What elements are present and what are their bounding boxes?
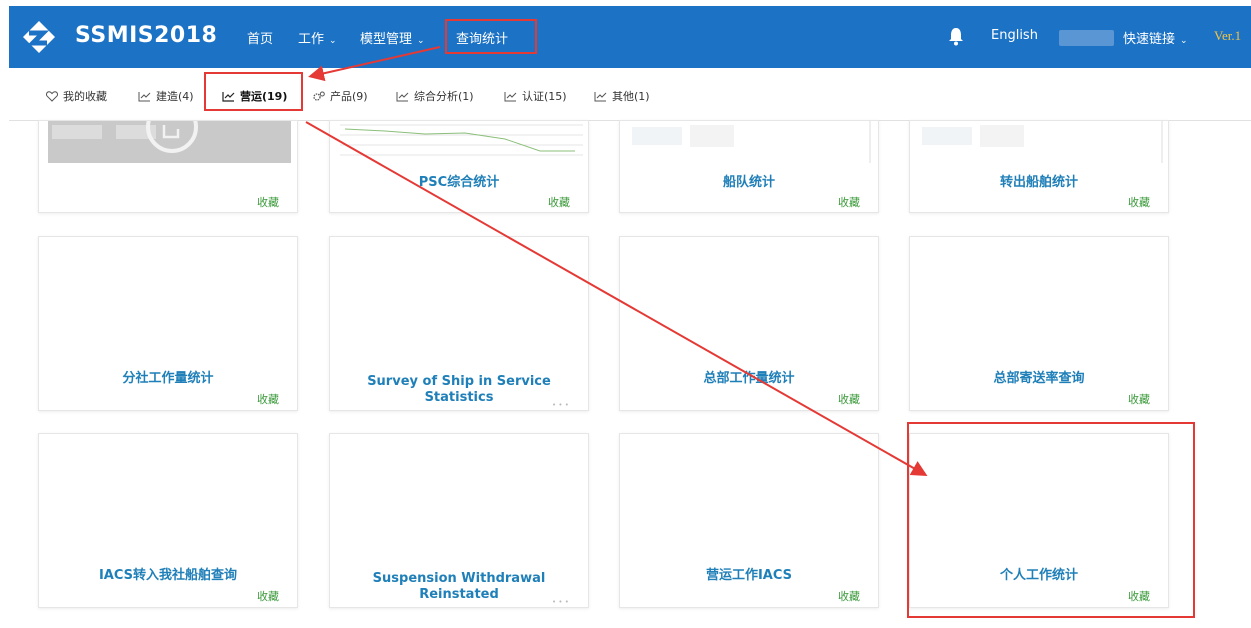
category-tabs: 我的收藏 建造(4) 营运(19) 产品(9) 综合分析(1) 认证(15) 其… bbox=[9, 68, 1251, 121]
card-title: 总部寄送率查询 bbox=[993, 371, 1085, 386]
report-card[interactable]: 转出船舶统计 收藏 bbox=[909, 120, 1169, 213]
tab-label: 建造(4) bbox=[156, 90, 194, 103]
card-title: Suspension Withdrawal Reinstated bbox=[372, 571, 546, 602]
tab-label: 综合分析(1) bbox=[414, 90, 474, 103]
trend-icon bbox=[138, 91, 151, 101]
nav-home-label: 首页 bbox=[247, 32, 274, 47]
tab-certification[interactable]: 认证(15) bbox=[504, 88, 567, 104]
trend-icon bbox=[504, 91, 517, 101]
favorite-link[interactable]: 收藏 bbox=[548, 194, 570, 210]
favorite-link[interactable]: 收藏 bbox=[257, 194, 279, 210]
report-card[interactable]: 船队统计 收藏 bbox=[619, 120, 879, 213]
trend-icon bbox=[594, 91, 607, 101]
favorite-link[interactable]: 收藏 bbox=[838, 391, 860, 407]
chevron-down-icon: ⌄ bbox=[1180, 36, 1188, 46]
heart-icon bbox=[46, 90, 58, 102]
nav-model-label: 模型管理 bbox=[360, 32, 413, 47]
tab-products[interactable]: 产品(9) bbox=[313, 88, 368, 104]
card-thumbnail bbox=[48, 101, 291, 163]
card-title: 总部工作量统计 bbox=[703, 371, 795, 386]
nav-home[interactable]: 首页 bbox=[247, 28, 273, 47]
version-label: Ver.1 bbox=[1214, 28, 1242, 43]
card-title: IACS转入我社船舶查询 bbox=[98, 568, 238, 583]
quick-links-menu[interactable]: 快速链接 ⌄ bbox=[1123, 28, 1188, 47]
annotation-box-nav bbox=[445, 19, 537, 54]
chart-thumbnail-icon bbox=[922, 121, 1163, 163]
nav-work-label: 工作 bbox=[298, 32, 325, 47]
tab-label: 其他(1) bbox=[612, 90, 650, 103]
top-navbar: SSMIS2018 首页 工作 ⌄ 模型管理 ⌄ 查询统计 English 快速链接… bbox=[9, 6, 1251, 68]
chevron-down-icon: ⌄ bbox=[417, 36, 425, 46]
more-dots: • • • bbox=[552, 401, 569, 409]
favorite-link[interactable]: 收藏 bbox=[257, 391, 279, 407]
card-title: 营运工作IACS bbox=[705, 568, 793, 583]
tab-label: 认证(15) bbox=[522, 90, 567, 103]
report-card[interactable]: Suspension Withdrawal Reinstated • • • bbox=[329, 433, 589, 608]
chart-thumbnail-icon bbox=[340, 124, 583, 156]
app-title[interactable]: SSMIS2018 bbox=[75, 23, 217, 48]
report-card[interactable]: 总部工作量统计 收藏 bbox=[619, 236, 879, 411]
language-switch[interactable]: English bbox=[991, 28, 1038, 43]
card-title: PSC综合统计 bbox=[418, 175, 500, 190]
bell-icon[interactable] bbox=[947, 26, 965, 46]
report-card[interactable]: 总部寄送率查询 收藏 bbox=[909, 236, 1169, 411]
gears-icon bbox=[313, 91, 325, 101]
report-card[interactable]: 收藏 bbox=[38, 101, 298, 213]
card-title: 分社工作量统计 bbox=[122, 371, 214, 386]
favorite-link[interactable]: 收藏 bbox=[257, 588, 279, 604]
report-card[interactable]: Survey of Ship in Service Statistics • •… bbox=[329, 236, 589, 411]
logo-icon bbox=[23, 21, 55, 53]
card-title: Survey of Ship in Service Statistics bbox=[367, 374, 551, 405]
quick-links-label: 快速链接 bbox=[1123, 32, 1176, 47]
report-card[interactable]: PSC综合统计 收藏 bbox=[329, 120, 589, 213]
favorite-link[interactable]: 收藏 bbox=[838, 194, 860, 210]
tab-construction[interactable]: 建造(4) bbox=[138, 88, 194, 104]
tab-favorites[interactable]: 我的收藏 bbox=[46, 88, 107, 104]
trend-icon bbox=[396, 91, 409, 101]
card-title: 转出船舶统计 bbox=[999, 175, 1078, 190]
favorite-link[interactable]: 收藏 bbox=[838, 588, 860, 604]
more-dots: • • • bbox=[552, 598, 569, 606]
user-name-blurred[interactable] bbox=[1059, 30, 1114, 46]
report-card[interactable]: 营运工作IACS 收藏 bbox=[619, 433, 879, 608]
favorite-link[interactable]: 收藏 bbox=[1128, 391, 1150, 407]
tab-others[interactable]: 其他(1) bbox=[594, 88, 650, 104]
chart-thumbnail-icon bbox=[632, 121, 871, 163]
nav-model-management[interactable]: 模型管理 ⌄ bbox=[360, 28, 425, 47]
chevron-down-icon: ⌄ bbox=[329, 36, 337, 46]
report-card[interactable]: 分社工作量统计 收藏 bbox=[38, 236, 298, 411]
card-title: 船队统计 bbox=[722, 175, 775, 190]
tab-comprehensive-analysis[interactable]: 综合分析(1) bbox=[396, 88, 474, 104]
nav-work[interactable]: 工作 ⌄ bbox=[298, 28, 337, 47]
tab-label: 我的收藏 bbox=[63, 90, 107, 103]
favorite-link[interactable]: 收藏 bbox=[1128, 194, 1150, 210]
annotation-box-card bbox=[907, 422, 1195, 618]
annotation-box-tab bbox=[204, 72, 303, 111]
tab-label: 产品(9) bbox=[330, 90, 368, 103]
chart-thumbnail-icon bbox=[52, 101, 198, 153]
report-card[interactable]: IACS转入我社船舶查询 收藏 bbox=[38, 433, 298, 608]
